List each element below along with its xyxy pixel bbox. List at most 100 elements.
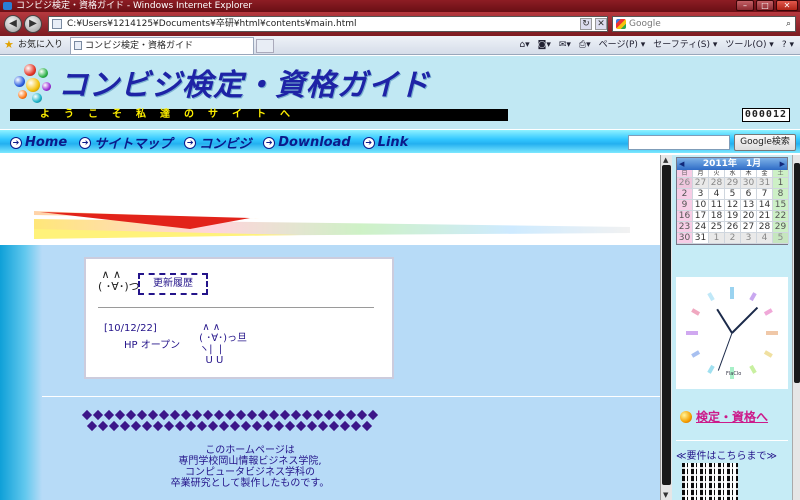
calendar-day[interactable]: 4 [709,189,725,200]
calendar-day[interactable]: 15 [773,200,789,211]
safety-menu[interactable]: セーフティ(S) ▾ [653,36,717,54]
calendar-day[interactable]: 13 [741,200,757,211]
help-menu[interactable]: ? ▾ [782,36,794,54]
browser-search-input[interactable]: Google ⌕ [612,16,796,32]
calendar-day[interactable]: 25 [709,222,725,233]
page-menu[interactable]: ページ(P) ▾ [599,36,646,54]
calendar-day[interactable]: 26 [725,222,741,233]
menu-home-label: Home [25,135,68,150]
command-bar: ⌂▾ ◙▾ ✉▾ ⎙▾ ページ(P) ▾ セーフティ(S) ▾ ツール(O) ▾… [519,36,794,54]
calendar-day[interactable]: 4 [757,233,773,244]
stop-icon[interactable]: ✕ [595,18,607,30]
calendar-day[interactable]: 5 [773,233,789,244]
update-history-title: 更新履歴 [138,273,208,295]
home-icon[interactable]: ⌂▾ [519,36,529,54]
favorites-button[interactable]: お気に入り [18,36,63,54]
calendar-day[interactable]: 20 [741,211,757,222]
calendar-day[interactable]: 30 [677,233,693,244]
arrow-right-icon: ➔ [362,136,375,149]
calendar-day[interactable]: 23 [677,222,693,233]
calendar-day[interactable]: 31 [693,233,709,244]
calendar-day[interactable]: 28 [757,222,773,233]
calendar-day[interactable]: 3 [693,189,709,200]
google-search-input[interactable] [628,135,730,150]
forward-button[interactable]: ▶ [24,15,42,33]
divider [676,440,788,441]
calendar-day[interactable]: 2 [677,189,693,200]
browser-tab[interactable]: コンビジ検定・資格ガイド [70,37,254,54]
clock-tick [691,350,701,358]
google-search-button[interactable]: Google検索 [734,134,796,151]
calendar-day[interactable]: 31 [757,178,773,189]
diamond-icon [284,420,296,432]
logo-balls-icon [12,62,58,104]
calendar-day[interactable]: 9 [677,200,693,211]
calendar-day[interactable]: 29 [773,222,789,233]
calendar-day[interactable]: 10 [693,200,709,211]
scroll-thumb[interactable] [662,165,671,485]
calendar-dow: 水 [725,170,741,178]
prev-month-icon[interactable]: ◀ [679,158,684,170]
refresh-icon[interactable]: ↻ [580,18,592,30]
divider [42,396,660,397]
menu-home[interactable]: ➔ Home [10,135,67,150]
url-actions: ↻ ✕ [580,18,607,30]
calendar-day[interactable]: 3 [741,233,757,244]
search-icon[interactable]: ⌕ [786,17,791,31]
calendar-day[interactable]: 11 [709,200,725,211]
calendar-day[interactable]: 19 [725,211,741,222]
calendar-day[interactable]: 28 [709,178,725,189]
minimize-button[interactable]: – [736,0,754,11]
about-line: このホームページは [205,445,295,456]
calendar-day[interactable]: 29 [725,178,741,189]
calendar-day[interactable]: 12 [725,200,741,211]
calendar-day[interactable]: 8 [773,189,789,200]
requirements-link[interactable]: ≪要件はこちらまで≫ [676,447,777,462]
calendar-day[interactable]: 22 [773,211,789,222]
calendar-day[interactable]: 30 [741,178,757,189]
scroll-down-icon[interactable]: ▼ [663,491,668,499]
calendar-day[interactable]: 21 [757,211,773,222]
new-tab-button[interactable] [256,39,274,53]
scroll-thumb[interactable] [794,163,800,383]
back-button[interactable]: ◀ [4,15,22,33]
calendar-day[interactable]: 27 [693,178,709,189]
calendar-day[interactable]: 27 [741,222,757,233]
mail-icon[interactable]: ✉▾ [559,36,571,54]
diamond-icon [251,420,263,432]
calendar-day[interactable]: 2 [725,233,741,244]
welcome-marquee: ようこそ私達のサイトへ [10,109,508,121]
calendar-day[interactable]: 1 [773,178,789,189]
next-month-icon[interactable]: ▶ [780,158,785,170]
calendar-day[interactable]: 16 [677,211,693,222]
menu-link[interactable]: ➔ Link [362,135,408,150]
favorites-star-icon[interactable]: ★ [4,36,14,54]
calendar-day[interactable]: 18 [709,211,725,222]
calendar-day[interactable]: 17 [693,211,709,222]
diamond-icon [174,420,186,432]
menu-sitemap[interactable]: ➔ サイトマップ [79,133,172,152]
calendar-day[interactable]: 1 [709,233,725,244]
main-scrollbar[interactable]: ▲ ▼ [660,155,672,500]
calendar-day[interactable]: 14 [757,200,773,211]
scroll-up-icon[interactable]: ▲ [663,156,668,164]
menu-download[interactable]: ➔ Download [263,135,351,150]
maximize-button[interactable]: □ [756,0,774,11]
menu-conbiz[interactable]: ➔ コンビジ [184,133,251,152]
tools-menu[interactable]: ツール(O) ▾ [725,36,774,54]
calendar-day[interactable]: 6 [741,189,757,200]
calendar-day[interactable]: 7 [757,189,773,200]
print-icon[interactable]: ⎙▾ [579,36,591,54]
calendar-day[interactable]: 24 [693,222,709,233]
qualification-link[interactable]: 検定・資格へ [680,408,768,425]
tab-page-icon [74,41,82,50]
search-placeholder: Google [629,19,661,29]
close-button[interactable]: ✕ [776,0,798,11]
feeds-icon[interactable]: ◙▾ [538,36,551,54]
diamond-icon [180,409,192,421]
ball-icon [680,410,692,423]
calendar-day[interactable]: 26 [677,178,693,189]
sidebar-scrollbar[interactable] [792,155,800,500]
calendar-day[interactable]: 5 [725,189,741,200]
url-input[interactable]: C:¥Users¥1214125¥Documents¥卒研¥html¥conte… [48,16,608,32]
